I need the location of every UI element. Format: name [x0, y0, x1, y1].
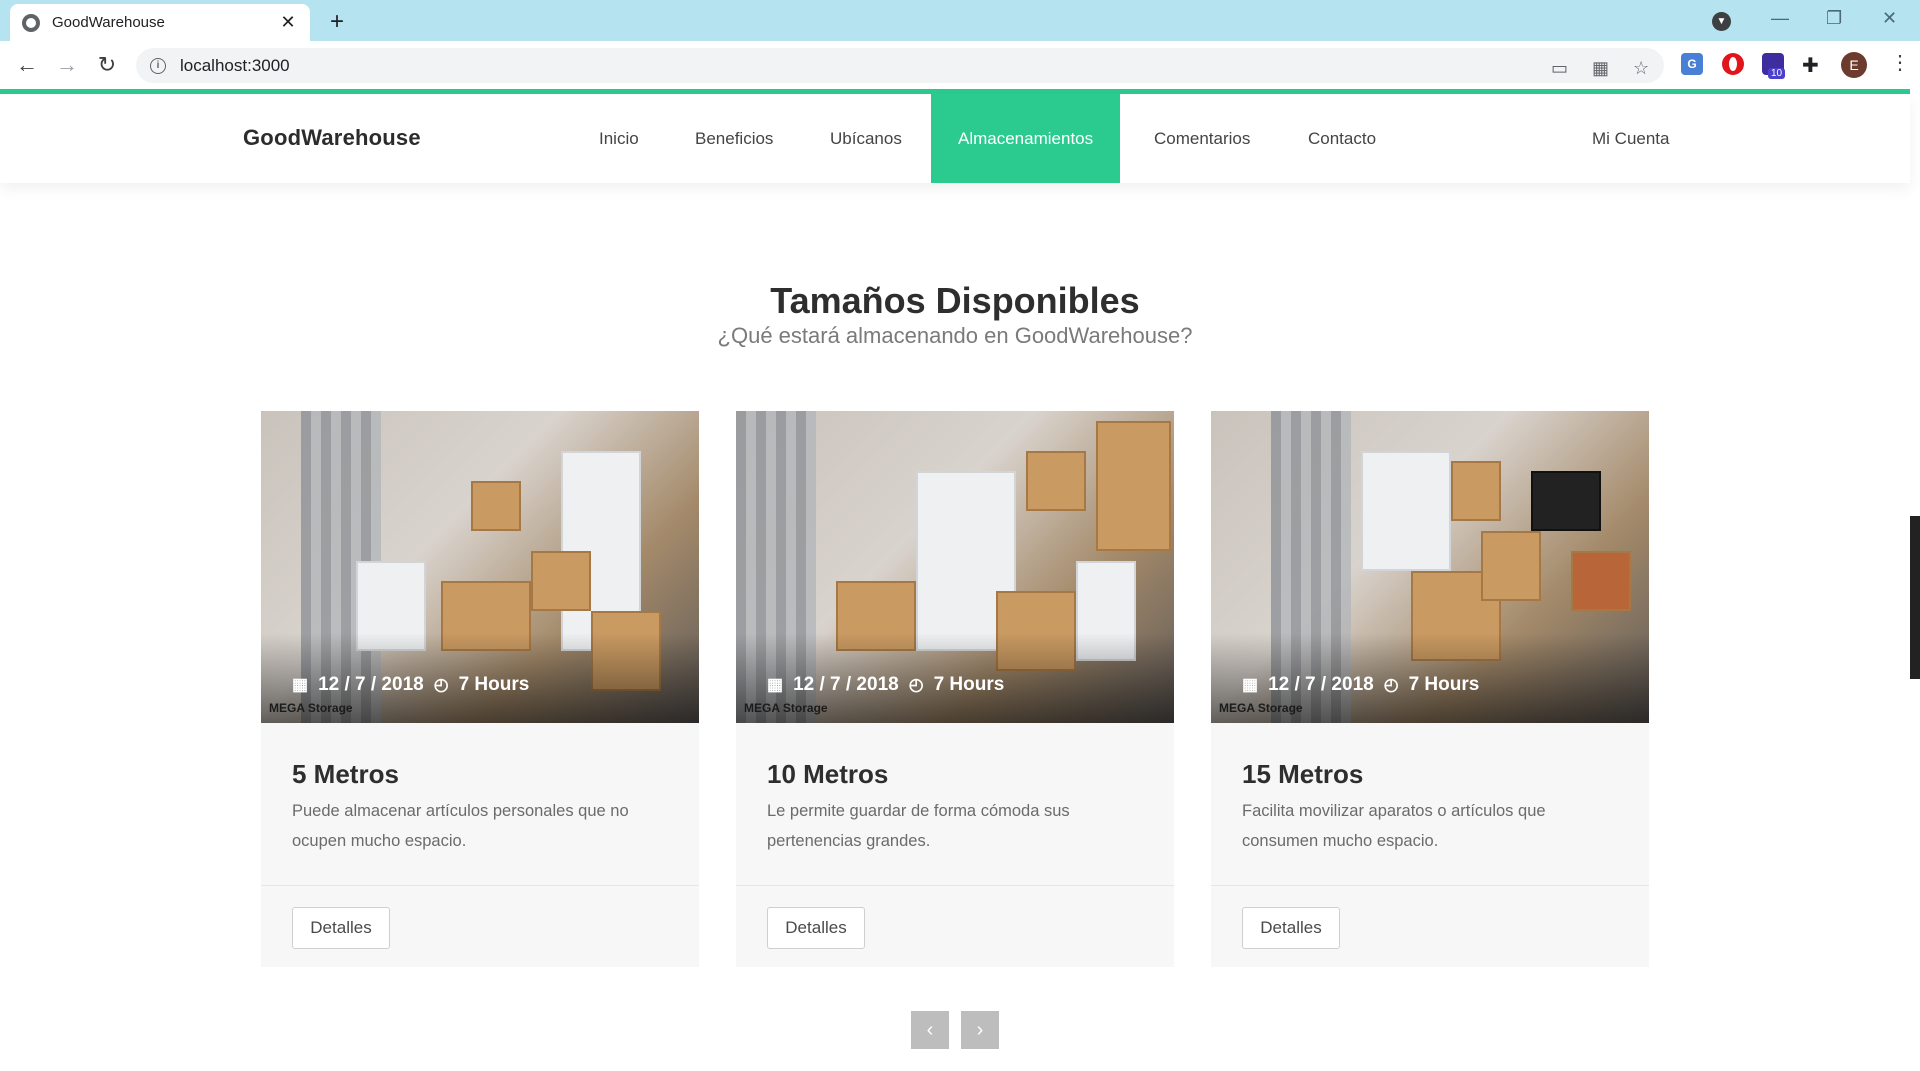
- mega-storage-logo: MEGA Storage: [269, 701, 353, 715]
- card-meta: ▦ 12 / 7 / 2018 ◴ 7 Hours: [1242, 674, 1479, 696]
- restore-button[interactable]: ❐: [1826, 8, 1842, 29]
- close-window-button[interactable]: ✕: [1882, 8, 1897, 29]
- back-button[interactable]: ←: [14, 52, 40, 78]
- brand-logo[interactable]: GoodWarehouse: [243, 125, 421, 151]
- card-time: 7 Hours: [933, 674, 1005, 695]
- section-title: Tamaños Disponibles: [770, 280, 1140, 321]
- extension-badge: 10: [1768, 68, 1786, 79]
- card-date: 12 / 7 / 2018: [318, 674, 424, 695]
- storage-card: ▦ 12 / 7 / 2018 ◴ 7 Hours MEGA Storage 5…: [261, 411, 699, 967]
- site-navbar: GoodWarehouse Inicio Beneficios Ubícanos…: [0, 94, 1910, 183]
- nav-link-mi-cuenta[interactable]: Mi Cuenta: [1592, 94, 1669, 183]
- carousel-next-button[interactable]: ›: [961, 1011, 999, 1049]
- browser-tab-bar: GoodWarehouse ✕ + ▼ — ❐ ✕: [0, 0, 1920, 41]
- storage-card: ▦ 12 / 7 / 2018 ◴ 7 Hours MEGA Storage 1…: [736, 411, 1174, 967]
- card-divider: [261, 885, 699, 886]
- card-description: Facilita movilizar aparatos o artículos …: [1242, 802, 1546, 850]
- nav-link-contacto[interactable]: Contacto: [1308, 94, 1376, 183]
- storage-card: ▦ 12 / 7 / 2018 ◴ 7 Hours MEGA Storage 1…: [1211, 411, 1649, 967]
- url-text[interactable]: localhost:3000: [180, 56, 290, 76]
- card-time: 7 Hours: [458, 674, 530, 695]
- mega-storage-logo: MEGA Storage: [1219, 701, 1303, 715]
- details-button[interactable]: Detalles: [1242, 907, 1340, 949]
- nav-link-beneficios[interactable]: Beneficios: [695, 94, 773, 183]
- qr-code-icon[interactable]: ▦: [1592, 58, 1609, 79]
- tab-close-icon[interactable]: ✕: [278, 12, 298, 33]
- details-button[interactable]: Detalles: [292, 907, 390, 949]
- scrollbar-thumb[interactable]: [1910, 516, 1920, 679]
- bookmark-star-icon[interactable]: ☆: [1633, 58, 1649, 79]
- card-description: Puede almacenar artículos personales que…: [292, 802, 629, 850]
- details-button[interactable]: Detalles: [767, 907, 865, 949]
- calendar-icon: ▦: [1242, 675, 1259, 694]
- card-description: Le permite guardar de forma cómoda sus p…: [767, 802, 1070, 850]
- browser-menu-icon[interactable]: ⋮: [1890, 50, 1910, 75]
- mega-storage-logo: MEGA Storage: [744, 701, 828, 715]
- profile-avatar[interactable]: E: [1841, 52, 1867, 78]
- tab-title: GoodWarehouse: [52, 14, 165, 31]
- new-tab-button[interactable]: +: [325, 8, 349, 36]
- card-title: 10 Metros: [767, 759, 889, 789]
- forward-button[interactable]: →: [54, 52, 80, 78]
- clock-icon: ◴: [1383, 675, 1399, 694]
- tab-search-icon[interactable]: ▼: [1712, 12, 1731, 31]
- calendar-icon: ▦: [292, 675, 309, 694]
- nav-link-ubicanos[interactable]: Ubícanos: [830, 94, 902, 183]
- carousel-prev-button[interactable]: ‹: [911, 1011, 949, 1049]
- globe-icon: [22, 13, 40, 32]
- browser-tab[interactable]: GoodWarehouse ✕: [10, 4, 310, 41]
- nav-link-almacenamientos[interactable]: Almacenamientos: [931, 94, 1121, 183]
- translate-extension-icon[interactable]: G: [1681, 53, 1703, 75]
- reload-button[interactable]: ↻: [94, 52, 120, 78]
- address-bar[interactable]: i localhost:3000 ▭ ▦ ☆: [136, 48, 1664, 83]
- card-divider: [736, 885, 1174, 886]
- opera-extension-icon[interactable]: [1722, 53, 1744, 75]
- card-title: 15 Metros: [1242, 759, 1364, 789]
- cast-icon[interactable]: ▭: [1551, 58, 1568, 79]
- extensions-puzzle-icon[interactable]: ✚: [1802, 53, 1824, 77]
- site-info-icon[interactable]: i: [150, 57, 166, 74]
- card-time: 7 Hours: [1408, 674, 1480, 695]
- minimize-button[interactable]: —: [1771, 8, 1789, 29]
- calendar-icon: ▦: [767, 675, 784, 694]
- nav-link-comentarios[interactable]: Comentarios: [1154, 94, 1250, 183]
- card-divider: [1211, 885, 1649, 886]
- section-subtitle: ¿Qué estará almacenando en GoodWarehouse…: [717, 323, 1193, 348]
- clock-icon: ◴: [908, 675, 924, 694]
- clock-icon: ◴: [433, 675, 449, 694]
- nav-link-inicio[interactable]: Inicio: [599, 94, 639, 183]
- card-meta: ▦ 12 / 7 / 2018 ◴ 7 Hours: [292, 674, 529, 696]
- card-title: 5 Metros: [292, 759, 399, 789]
- card-date: 12 / 7 / 2018: [793, 674, 899, 695]
- browser-toolbar: ← → ↻ i localhost:3000 ▭ ▦ ☆: [0, 41, 1920, 90]
- card-date: 12 / 7 / 2018: [1268, 674, 1374, 695]
- card-meta: ▦ 12 / 7 / 2018 ◴ 7 Hours: [767, 674, 1004, 696]
